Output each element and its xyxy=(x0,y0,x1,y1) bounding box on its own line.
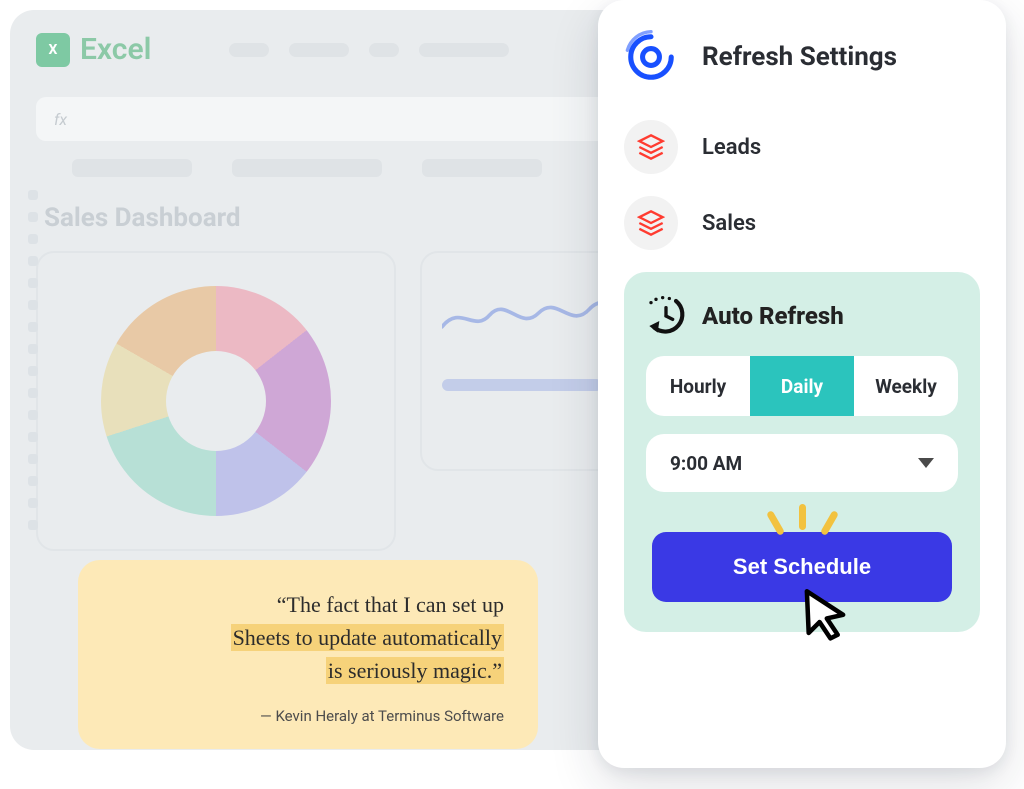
testimonial-quote: “The fact that I can set up Sheets to up… xyxy=(112,588,504,687)
excel-icon: X xyxy=(36,33,70,67)
ribbon-placeholder xyxy=(229,43,509,57)
segment-hourly[interactable]: Hourly xyxy=(646,356,750,416)
frequency-segmented-control: Hourly Daily Weekly xyxy=(646,356,958,416)
source-label: Sales xyxy=(702,211,756,236)
source-row-sales[interactable]: Sales xyxy=(624,196,980,250)
chevron-down-icon xyxy=(918,458,934,468)
auto-refresh-title: Auto Refresh xyxy=(702,302,844,330)
auto-refresh-card: Auto Refresh Hourly Daily Weekly 9:00 AM… xyxy=(624,272,980,632)
source-row-leads[interactable]: Leads xyxy=(624,120,980,174)
donut-chart xyxy=(101,286,331,516)
fx-label: fx xyxy=(54,110,67,129)
stack-icon xyxy=(624,196,678,250)
source-label: Leads xyxy=(702,135,761,160)
segment-daily[interactable]: Daily xyxy=(750,356,854,416)
panel-title: Refresh Settings xyxy=(702,42,897,72)
excel-name: Excel xyxy=(80,32,151,67)
coefficient-logo-icon xyxy=(624,30,678,84)
quote-highlight-2: is seriously magic.” xyxy=(326,657,504,684)
click-emphasis-icon xyxy=(742,504,862,544)
excel-logo: X Excel xyxy=(36,32,151,67)
time-select-value: 9:00 AM xyxy=(670,452,742,475)
chart-legend-placeholder xyxy=(442,379,602,391)
time-select[interactable]: 9:00 AM xyxy=(646,434,958,492)
segment-weekly[interactable]: Weekly xyxy=(854,356,958,416)
auto-refresh-icon xyxy=(646,296,686,336)
refresh-settings-panel: Refresh Settings Leads Sales xyxy=(598,0,1006,768)
stack-icon xyxy=(624,120,678,174)
testimonial-attribution: — Kevin Heraly at Terminus Software xyxy=(112,707,504,725)
quote-highlight-1: Sheets to update automatically xyxy=(231,624,504,651)
testimonial-card: “The fact that I can set up Sheets to up… xyxy=(78,560,538,749)
donut-chart-card xyxy=(36,251,396,551)
quote-part-1: “The fact that I can set up xyxy=(277,592,504,617)
row-numbers-placeholder xyxy=(28,190,38,530)
